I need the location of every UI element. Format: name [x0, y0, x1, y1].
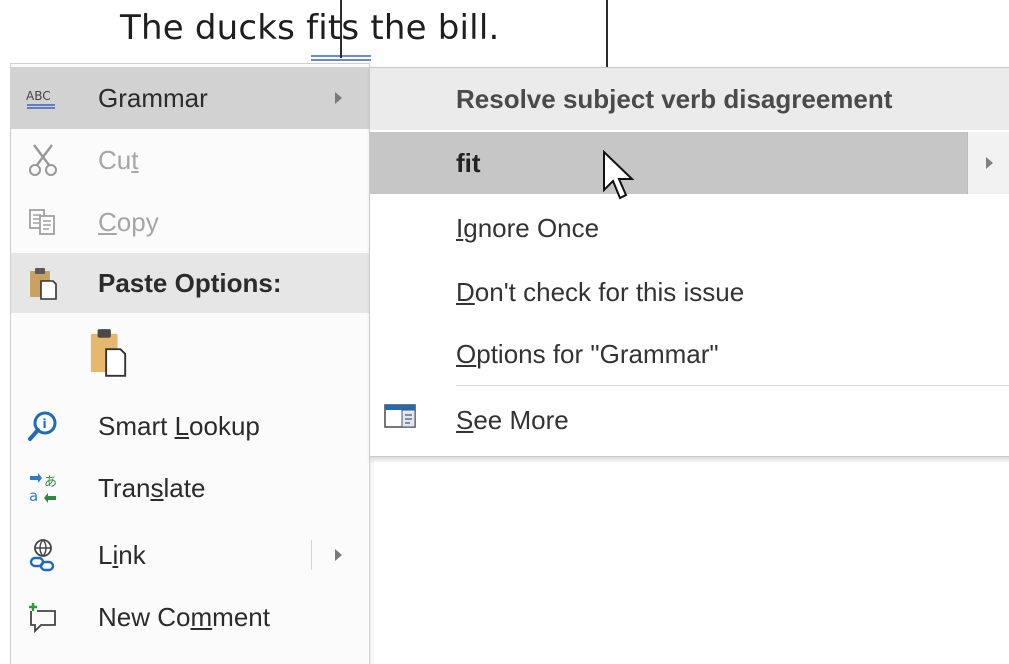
- document-text-line: The ducks fits the bill.: [120, 8, 500, 48]
- split-divider: [311, 540, 312, 570]
- abc-grammar-icon: ABC: [23, 78, 63, 118]
- dont-check-label: Don't check for this issue: [456, 276, 745, 307]
- menu-item-new-comment[interactable]: New Comment: [11, 586, 369, 648]
- menu-item-cut[interactable]: Cut: [11, 129, 369, 191]
- menu-item-label: Grammar: [98, 82, 208, 113]
- menu-item-smart-lookup[interactable]: i Smart Lookup: [11, 395, 369, 457]
- ignore-once-item[interactable]: Ignore Once: [370, 197, 1009, 259]
- mouse-cursor-icon: [603, 150, 635, 200]
- paste-option-keep-text[interactable]: [11, 315, 369, 389]
- submenu-arrow-icon[interactable]: [335, 549, 342, 561]
- see-more-label: See More: [456, 404, 569, 435]
- menu-item-link[interactable]: Link: [11, 524, 369, 586]
- svg-text:a: a: [29, 487, 38, 504]
- text-caret: [340, 0, 342, 58]
- menu-item-paste-options: Paste Options:: [11, 253, 369, 313]
- dont-check-item[interactable]: Don't check for this issue: [370, 261, 1009, 323]
- submenu-arrow-icon: [335, 92, 342, 104]
- submenu-separator: [456, 385, 1009, 386]
- translate-icon: あ a: [23, 468, 63, 508]
- see-more-pane-icon: [384, 403, 418, 438]
- paste-keep-text-icon: [89, 329, 129, 377]
- grammar-options-label: Options for "Grammar": [456, 338, 719, 369]
- menu-item-label: Translate: [98, 472, 206, 503]
- menu-item-label: Cut: [98, 144, 139, 175]
- menu-item-translate[interactable]: あ a Translate: [11, 457, 369, 519]
- submenu-title-label: Resolve subject verb disagreement: [456, 83, 893, 114]
- suggestion-label: fit: [456, 147, 481, 178]
- flagged-word[interactable]: fits: [306, 8, 359, 48]
- suggestion-fit[interactable]: fit: [370, 132, 1009, 194]
- copy-icon: [23, 202, 63, 242]
- menu-item-label: Link: [98, 539, 146, 570]
- see-more-item[interactable]: See More: [370, 389, 1009, 451]
- text-before: The ducks: [120, 8, 307, 48]
- new-comment-icon: [23, 597, 63, 637]
- menu-item-label: Smart Lookup: [98, 410, 260, 441]
- submenu-title: Resolve subject verb disagreement: [370, 68, 1009, 130]
- smart-lookup-icon: i: [23, 406, 63, 446]
- text-after: the bill.: [359, 8, 500, 48]
- ignore-once-label: Ignore Once: [456, 212, 600, 243]
- menu-item-copy[interactable]: Copy: [11, 191, 369, 253]
- scissors-icon: [23, 140, 63, 180]
- link-icon: [23, 535, 63, 575]
- grammar-options-item[interactable]: Options for "Grammar": [370, 323, 1009, 385]
- clipboard-icon: [23, 263, 63, 303]
- menu-item-label: Copy: [98, 206, 159, 237]
- svg-text:i: i: [43, 417, 47, 431]
- grammar-submenu: Resolve subject verb disagreement fit Ig…: [369, 67, 1009, 457]
- context-menu: ABC Grammar Cut Copy Paste Options: i Sm…: [10, 63, 370, 664]
- suggestion-submenu-button[interactable]: [967, 132, 1009, 194]
- menu-item-grammar[interactable]: ABC Grammar: [11, 67, 369, 129]
- menu-item-label: Paste Options:: [98, 267, 282, 298]
- menu-item-label: New Comment: [98, 601, 270, 632]
- svg-text:あ: あ: [44, 475, 57, 490]
- svg-text:ABC: ABC: [26, 89, 51, 103]
- chevron-right-icon: [986, 157, 993, 169]
